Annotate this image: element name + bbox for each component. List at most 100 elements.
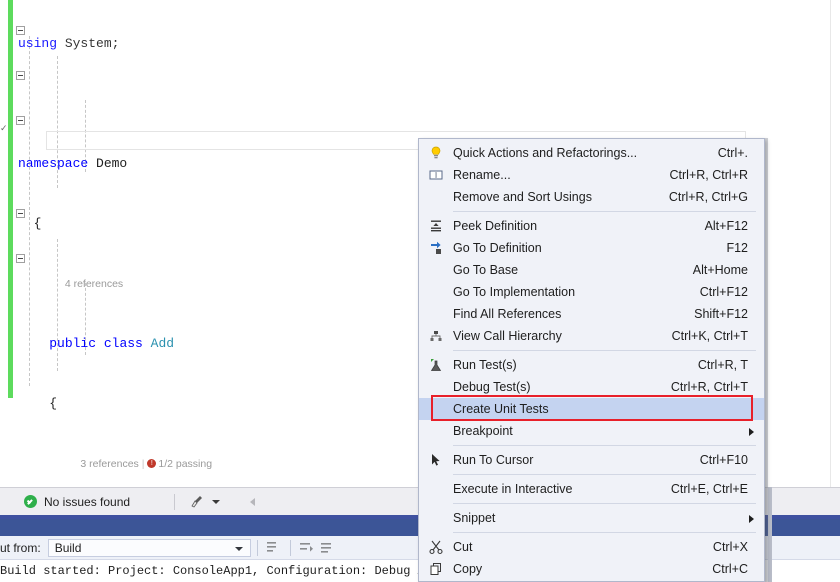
check-circle-icon <box>24 495 37 508</box>
menu-item-execute-in-interactive[interactable]: Execute in Interactive Ctrl+E, Ctrl+E <box>419 478 764 500</box>
menu-separator <box>453 474 756 475</box>
menu-item-label: View Call Hierarchy <box>453 329 562 343</box>
menu-item-peek-definition[interactable]: Peek Definition Alt+F12 <box>419 215 764 237</box>
editor-context-menu[interactable]: Quick Actions and Refactorings... Ctrl+.… <box>418 138 765 582</box>
menu-item-go-to-definition[interactable]: Go To Definition F12 <box>419 237 764 259</box>
editor-vertical-scrollbar[interactable] <box>830 0 840 487</box>
code-type-add: Add <box>150 336 175 351</box>
menu-item-copy[interactable]: Copy Ctrl+C <box>419 558 764 580</box>
menu-item-label: Go To Implementation <box>453 285 576 299</box>
chevron-down-icon[interactable] <box>212 499 221 504</box>
run-test-icon <box>419 354 453 376</box>
menu-separator <box>453 350 756 351</box>
menu-item-debug-tests[interactable]: Debug Test(s) Ctrl+R, Ctrl+T <box>419 376 764 398</box>
source-code[interactable]: using System; namespace Demo { 4 referen… <box>18 0 424 487</box>
menu-item-label: Create Unit Tests <box>453 402 549 416</box>
context-menu-shadow <box>765 138 768 582</box>
cursor-arrow-icon <box>419 449 453 471</box>
codelens-references-2[interactable]: 3 references <box>80 458 138 470</box>
menu-item-shortcut: Ctrl+E, Ctrl+E <box>670 482 748 496</box>
divider <box>174 493 176 510</box>
menu-item-label: Go To Base <box>453 263 519 277</box>
menu-item-rename[interactable]: I Rename... Ctrl+R, Ctrl+R <box>419 164 764 186</box>
menu-item-label: Copy <box>453 562 483 576</box>
codelens-references[interactable]: 4 references <box>65 278 123 290</box>
code-keyword-using: using <box>18 36 58 51</box>
chevron-left-icon[interactable] <box>250 497 256 506</box>
menu-item-shortcut: Ctrl+. <box>717 146 748 160</box>
menu-separator <box>453 532 756 533</box>
menu-item-label: Cut <box>453 540 473 554</box>
submenu-arrow-icon <box>749 428 754 436</box>
no-issues-label: No issues found <box>44 494 131 509</box>
rename-icon: I <box>419 164 453 186</box>
no-icon <box>419 186 453 208</box>
menu-item-snippet[interactable]: Snippet <box>419 507 764 529</box>
menu-item-quick-actions[interactable]: Quick Actions and Refactorings... Ctrl+. <box>419 142 764 164</box>
submenu-arrow-icon <box>749 515 754 523</box>
peek-definition-icon <box>419 215 453 237</box>
no-icon <box>419 281 453 303</box>
menu-item-remove-sort-usings[interactable]: Remove and Sort Usings Ctrl+R, Ctrl+G <box>419 186 764 208</box>
menu-item-label: Execute in Interactive <box>453 482 573 496</box>
copy-icon <box>419 558 453 580</box>
menu-item-create-unit-tests[interactable]: Create Unit Tests <box>419 398 764 420</box>
lightbulb-icon <box>419 142 453 164</box>
menu-item-label: Remove and Sort Usings <box>453 190 592 204</box>
code-brace: { <box>49 396 58 411</box>
menu-item-shortcut: Shift+F12 <box>694 307 748 321</box>
no-icon <box>419 259 453 281</box>
broom-icon[interactable] <box>189 494 205 510</box>
output-source-value: Build <box>54 540 82 555</box>
menu-item-shortcut: Ctrl+X <box>712 540 748 554</box>
chevron-down-icon[interactable] <box>234 546 243 551</box>
menu-separator <box>453 211 756 212</box>
code-keyword-class: class <box>103 336 143 351</box>
no-icon <box>419 303 453 325</box>
menu-item-shortcut: Ctrl+F10 <box>699 453 748 467</box>
code-namespace-name: Demo <box>96 156 128 171</box>
menu-separator <box>453 445 756 446</box>
menu-item-label: Debug Test(s) <box>453 380 531 394</box>
divider <box>256 539 258 556</box>
go-to-message-icon[interactable] <box>317 539 337 557</box>
menu-item-cut[interactable]: Cut Ctrl+X <box>419 536 764 558</box>
editor-margin-mark: ✓ <box>0 123 8 133</box>
menu-item-shortcut: Ctrl+F12 <box>699 285 748 299</box>
menu-item-label: Find All References <box>453 307 562 321</box>
clear-all-icon[interactable] <box>264 539 284 557</box>
no-icon <box>419 420 453 442</box>
menu-item-label: Go To Definition <box>453 241 542 255</box>
menu-item-breakpoint[interactable]: Breakpoint <box>419 420 764 442</box>
no-icon <box>419 376 453 398</box>
menu-item-label: Snippet <box>453 511 496 525</box>
code-keyword-public: public <box>49 336 97 351</box>
scissors-icon <box>419 536 453 558</box>
menu-item-go-to-implementation[interactable]: Go To Implementation Ctrl+F12 <box>419 281 764 303</box>
menu-item-view-call-hierarchy[interactable]: View Call Hierarchy Ctrl+K, Ctrl+T <box>419 325 764 347</box>
menu-item-shortcut: Ctrl+R, T <box>697 358 748 372</box>
output-vertical-scrollbar[interactable] <box>768 487 772 582</box>
menu-item-label: Rename... <box>453 168 511 182</box>
menu-item-shortcut: Alt+F12 <box>704 219 748 233</box>
menu-item-shortcut: Alt+Home <box>692 263 748 277</box>
menu-item-find-all-references[interactable]: Find All References Shift+F12 <box>419 303 764 325</box>
menu-item-label: Quick Actions and Refactorings... <box>453 146 638 160</box>
change-bar <box>8 0 13 398</box>
output-source-combobox[interactable]: Build <box>47 538 251 557</box>
menu-item-run-to-cursor[interactable]: Run To Cursor Ctrl+F10 <box>419 449 764 471</box>
menu-separator <box>453 503 756 504</box>
go-to-definition-icon <box>419 237 453 259</box>
menu-item-shortcut: Ctrl+R, Ctrl+G <box>668 190 748 204</box>
codelens-test-status[interactable]: 1/2 passing <box>158 458 212 470</box>
menu-item-shortcut: Ctrl+C <box>712 562 748 576</box>
menu-item-shortcut: F12 <box>726 241 748 255</box>
toggle-word-wrap-icon[interactable] <box>297 539 317 557</box>
menu-item-go-to-base[interactable]: Go To Base Alt+Home <box>419 259 764 281</box>
menu-item-shortcut: Ctrl+R, Ctrl+T <box>670 380 748 394</box>
menu-item-shortcut: Ctrl+R, Ctrl+R <box>669 168 748 182</box>
code-brace: { <box>33 216 42 231</box>
menu-item-label: Peek Definition <box>453 219 538 233</box>
menu-item-run-tests[interactable]: Run Test(s) Ctrl+R, T <box>419 354 764 376</box>
no-icon <box>419 478 453 500</box>
